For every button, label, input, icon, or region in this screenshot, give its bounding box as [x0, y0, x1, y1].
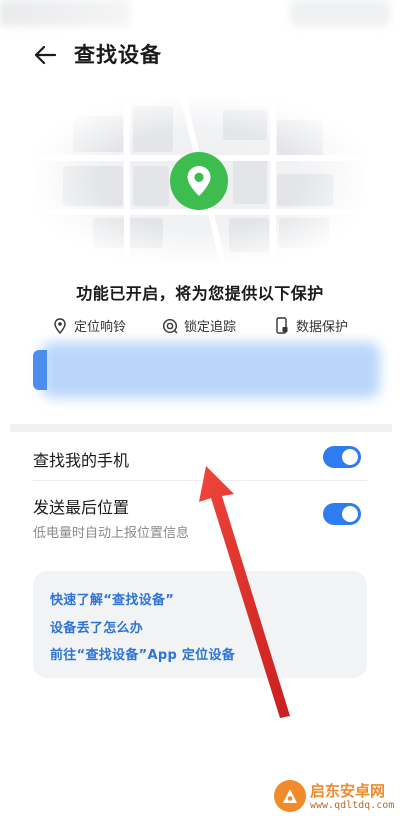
- help-link-open-app[interactable]: 前往“查找设备”App 定位设备: [50, 644, 235, 663]
- protection-info-title: 功能已开启，将为您提供以下保护: [76, 284, 324, 303]
- app-header: 查找设备: [0, 36, 400, 72]
- row-divider: [33, 480, 367, 481]
- find-my-phone-row[interactable]: 查找我的手机: [33, 447, 367, 471]
- watermark-url: www.qdltdq.com: [310, 800, 395, 811]
- feature-locate-ring: 定位响铃: [52, 316, 126, 335]
- find-my-phone-label: 查找我的手机: [33, 451, 130, 470]
- back-button[interactable]: [30, 40, 60, 70]
- location-pin-badge: [170, 152, 228, 210]
- page-title: 查找设备: [74, 43, 162, 67]
- status-bar-blur-right: [290, 0, 390, 26]
- feature-data-protect: 数据保护: [274, 316, 348, 335]
- send-last-location-toggle[interactable]: [323, 503, 361, 525]
- send-last-location-row[interactable]: 发送最后位置 低电量时自动上报位置信息: [33, 494, 367, 541]
- feature-label: 定位响铃: [74, 320, 127, 335]
- arrow-left-icon: [34, 45, 57, 65]
- feature-list: 定位响铃 锁定追踪 数据保护: [52, 316, 362, 336]
- location-pin-icon: [187, 166, 211, 196]
- section-divider: [10, 424, 392, 432]
- find-my-phone-toggle[interactable]: [323, 446, 361, 468]
- feature-lock-track: 锁定追踪: [162, 316, 236, 335]
- watermark-name: 启东安卓网: [310, 782, 386, 800]
- blurred-action-button[interactable]: [33, 340, 380, 400]
- phone-lock-icon: [274, 317, 290, 335]
- help-link-lost-device[interactable]: 设备丢了怎么办: [50, 617, 143, 636]
- feature-label: 锁定追踪: [184, 320, 237, 335]
- send-last-location-label: 发送最后位置: [33, 498, 130, 517]
- help-card: 快速了解“查找设备” 设备丢了怎么办 前往“查找设备”App 定位设备: [33, 571, 367, 678]
- location-pin-icon: [52, 317, 68, 335]
- send-last-location-sub: 低电量时自动上报位置信息: [33, 526, 190, 541]
- feature-label: 数据保护: [296, 320, 349, 335]
- watermark-logo-icon: [274, 780, 306, 812]
- lock-target-icon: [162, 317, 178, 335]
- site-watermark: 启东安卓网 www.qdltdq.com: [274, 780, 400, 816]
- help-link-intro[interactable]: 快速了解“查找设备”: [50, 589, 174, 608]
- status-bar-blur-left: [0, 0, 130, 26]
